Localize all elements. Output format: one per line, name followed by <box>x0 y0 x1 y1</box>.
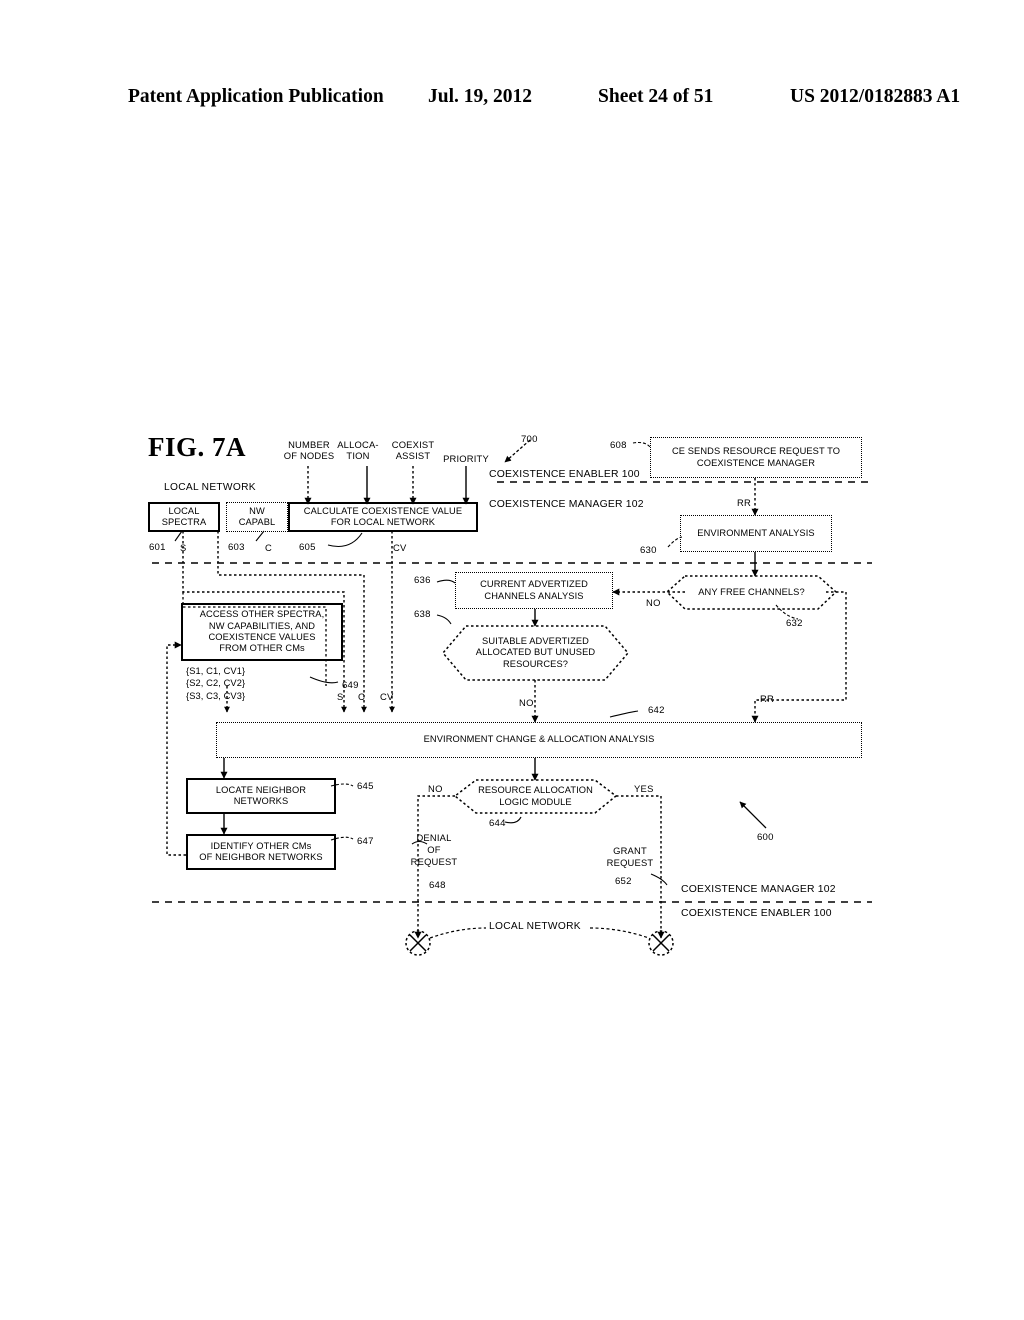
local-network-label-top: LOCAL NETWORK <box>164 482 256 493</box>
node-label: RESOURCE ALLOCATION LOGIC MODULE <box>478 785 593 807</box>
node-environment-analysis[interactable]: ENVIRONMENT ANALYSIS <box>680 515 832 552</box>
boundary-text: COEXISTENCE MANAGER 102 <box>489 499 644 510</box>
patent-figure: FIG. 7A LOCAL NETWORK NUMBER OF NODES AL… <box>0 0 1024 1320</box>
ref-605: 605 <box>299 542 316 553</box>
ref-630: 630 <box>640 545 657 556</box>
leader-603 <box>255 530 265 542</box>
local-network-label-bottom: LOCAL NETWORK <box>489 921 581 932</box>
terminal-x-denial <box>409 934 427 952</box>
branch-label-no-alloc: NO <box>428 783 443 794</box>
leader-644 <box>504 816 522 824</box>
ref-601: 601 <box>149 542 166 553</box>
node-label: SUITABLE ADVERTIZED ALLOCATED BUT UNUSED… <box>475 636 596 669</box>
input-label-line1: NUMBER <box>288 439 330 450</box>
input-label-line1: COEXIST <box>391 439 435 450</box>
outcome-grant-request: GRANT REQUEST <box>606 845 654 868</box>
leader-636 <box>436 579 456 584</box>
ref-645: 645 <box>357 781 374 792</box>
boundary-label-coexistence-manager-bottom: COEXISTENCE MANAGER 102 <box>681 884 836 895</box>
node-label: CURRENT ADVERTIZED CHANNELS ANALYSIS <box>480 579 588 601</box>
ref-644: 644 <box>489 818 506 829</box>
set-values-list: {S1, C1, CV1} {S2, C2, CV2} {S3, C3, CV3… <box>186 666 246 701</box>
input-label-line2: ASSIST <box>395 449 431 461</box>
arrow-system-ref-600 <box>739 801 767 829</box>
ref-632: 632 <box>786 618 803 629</box>
signal-label-c-top: C <box>265 542 272 553</box>
node-label: CE SENDS RESOURCE REQUEST TO COEXISTENCE… <box>671 446 841 468</box>
ref-600: 600 <box>757 832 774 843</box>
node-access-other-spectra[interactable]: ACCESS OTHER SPECTRA, NW CAPABILITIES, A… <box>181 603 343 661</box>
node-ce-sends-resource-request[interactable]: CE SENDS RESOURCE REQUEST TO COEXISTENCE… <box>650 437 862 478</box>
node-nw-capabl[interactable]: NW CAPABL <box>226 502 288 532</box>
signal-label-rr-top: RR <box>737 497 751 508</box>
boundary-label-coexistence-manager-top: COEXISTENCE MANAGER 102 <box>489 499 644 510</box>
curve-local-network-right <box>589 927 650 939</box>
node-suitable-advertized-resources[interactable]: SUITABLE ADVERTIZED ALLOCATED BUT UNUSED… <box>443 626 628 680</box>
node-label: LOCATE NEIGHBOR NETWORKS <box>215 784 307 806</box>
boundary-label-coexistence-enabler-bottom: COEXISTENCE ENABLER 100 <box>681 908 832 919</box>
node-locate-neighbor-networks[interactable]: LOCATE NEIGHBOR NETWORKS <box>186 778 336 814</box>
signal-label-s-top: S <box>180 542 187 553</box>
signal-label-s-bottom: S <box>337 691 344 702</box>
curve-local-network-left <box>429 927 487 939</box>
input-label-line2: TION <box>346 449 370 461</box>
ref-642: 642 <box>648 705 665 716</box>
ref-647: 647 <box>357 836 374 847</box>
figure-number: FIG. 7A <box>148 432 246 462</box>
node-label: NW CAPABL <box>238 505 276 527</box>
ref-603: 603 <box>228 542 245 553</box>
input-label-priority: PRIORITY <box>443 453 489 464</box>
node-resource-allocation-logic-module[interactable]: RESOURCE ALLOCATION LOGIC MODULE <box>455 780 616 813</box>
node-calculate-coexistence-value[interactable]: CALCULATE COEXISTENCE VALUE FOR LOCAL NE… <box>288 502 478 532</box>
branch-label-no-suitable: NO <box>519 697 534 708</box>
node-local-spectra[interactable]: LOCAL SPECTRA <box>148 502 220 532</box>
ref-700: 700 <box>521 434 538 445</box>
leader-608 <box>632 441 651 448</box>
leader-638 <box>436 614 452 625</box>
leader-652 <box>650 873 668 886</box>
connector-647-feedback-to-649 <box>166 641 186 856</box>
ref-636: 636 <box>414 575 431 586</box>
boundary-label-coexistence-enabler-top: COEXISTENCE ENABLER 100 <box>489 469 640 480</box>
ref-648: 648 <box>429 880 446 891</box>
ref-608: 608 <box>610 440 627 451</box>
node-label: ENVIRONMENT CHANGE & ALLOCATION ANALYSIS <box>423 734 655 745</box>
node-environment-change-allocation-analysis[interactable]: ENVIRONMENT CHANGE & ALLOCATION ANALYSIS <box>216 722 862 758</box>
node-current-advertized-channels-analysis[interactable]: CURRENT ADVERTIZED CHANNELS ANALYSIS <box>455 572 613 609</box>
outcome-denial-of-request: DENIAL OF REQUEST <box>410 832 458 867</box>
leader-649 <box>309 676 339 684</box>
branch-label-yes-alloc: YES <box>634 783 654 794</box>
signal-label-rr-bottom: RR <box>760 693 774 704</box>
node-identify-other-cms[interactable]: IDENTIFY OTHER CMs OF NEIGHBOR NETWORKS <box>186 834 336 870</box>
branch-label-no-free-channels: NO <box>646 597 661 608</box>
ref-652: 652 <box>615 876 632 887</box>
node-any-free-channels[interactable]: ANY FREE CHANNELS? <box>667 576 836 609</box>
node-label: ANY FREE CHANNELS? <box>698 586 805 597</box>
signal-label-cv-bottom: CV <box>380 691 394 702</box>
signal-label-c-bottom: C <box>358 691 365 702</box>
ref-638: 638 <box>414 609 431 620</box>
ref-649: 649 <box>342 680 359 691</box>
boundary-text: COEXISTENCE ENABLER 100 <box>681 908 832 919</box>
node-label: IDENTIFY OTHER CMs OF NEIGHBOR NETWORKS <box>199 840 323 862</box>
signal-label-cv-top: CV <box>393 542 407 553</box>
boundary-text: COEXISTENCE MANAGER 102 <box>681 884 836 895</box>
node-label: ACCESS OTHER SPECTRA, NW CAPABILITIES, A… <box>199 609 325 654</box>
input-label-line1: ALLOCA- <box>337 439 379 450</box>
leader-605 <box>327 532 363 548</box>
node-label: LOCAL SPECTRA <box>161 505 207 527</box>
node-label: CALCULATE COEXISTENCE VALUE FOR LOCAL NE… <box>303 505 463 527</box>
leader-642 <box>609 710 639 718</box>
boundary-text: COEXISTENCE ENABLER 100 <box>489 469 640 480</box>
leader-601 <box>174 530 183 542</box>
node-label: ENVIRONMENT ANALYSIS <box>697 527 815 538</box>
